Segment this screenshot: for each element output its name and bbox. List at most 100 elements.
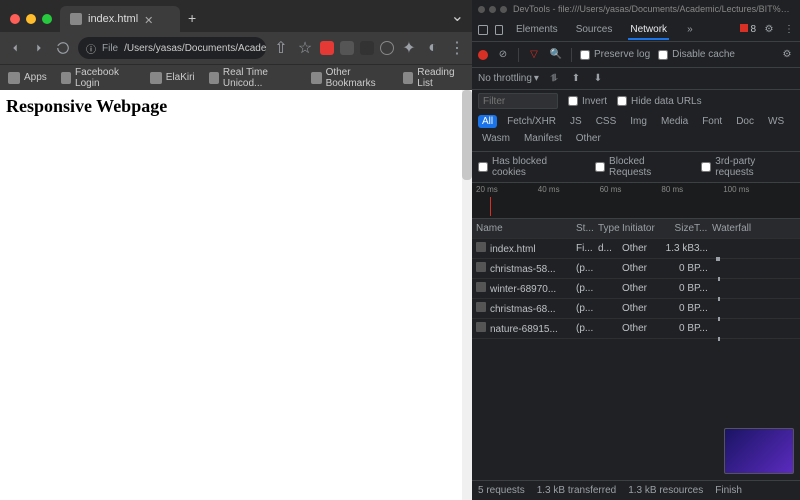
close-window-icon[interactable]	[10, 14, 20, 24]
download-icon[interactable]: ⬇	[591, 72, 605, 86]
dot-icon	[489, 6, 496, 13]
apps-shortcut[interactable]: Apps	[8, 72, 47, 84]
timeline-overview[interactable]: 20 ms40 ms60 ms80 ms100 ms	[472, 183, 800, 219]
type-filter-wasm[interactable]: Wasm	[478, 132, 514, 145]
throttle-select[interactable]: No throttling▾	[478, 73, 539, 84]
devtools-title: DevTools - file:///Users/yasas/Documents…	[513, 4, 794, 14]
type-filter-css[interactable]: CSS	[592, 115, 621, 128]
search-icon[interactable]: 🔍	[549, 48, 563, 62]
wifi-icon[interactable]: ⥮	[547, 72, 561, 86]
browser-tab[interactable]: index.html ✕	[60, 6, 180, 32]
filter-input[interactable]	[478, 93, 558, 109]
table-header: Name St... Type Initiator Size T... Wate…	[472, 219, 800, 239]
url-field[interactable]: ⓘ File /Users/yasas/Documents/Academic/L…	[78, 37, 266, 59]
profile-icon[interactable]: ◐	[424, 39, 442, 57]
picture-in-picture-thumbnail[interactable]	[724, 428, 794, 474]
browser-window: index.html ✕ + ⌄ ⓘ File /Users/yasas/Doc…	[0, 0, 472, 500]
share-icon[interactable]: ⇧	[272, 39, 290, 57]
extension-icon[interactable]	[320, 41, 334, 55]
col-size[interactable]: Size	[660, 223, 694, 234]
tab-elements[interactable]: Elements	[508, 20, 566, 39]
upload-icon[interactable]: ⬆	[569, 72, 583, 86]
favicon-icon	[70, 13, 82, 25]
extension-icon[interactable]	[360, 41, 374, 55]
timeline-tick: 100 ms	[723, 185, 749, 194]
back-button[interactable]	[6, 39, 24, 57]
thirdparty-checkbox[interactable]: 3rd-party requests	[701, 156, 794, 178]
close-tab-icon[interactable]: ✕	[144, 14, 154, 24]
errors-badge[interactable]: 8	[740, 24, 756, 35]
clear-icon[interactable]: ⊘	[496, 48, 510, 62]
blocked-cookies-checkbox[interactable]: Has blocked cookies	[478, 156, 581, 178]
preserve-log-checkbox[interactable]: Preserve log	[580, 49, 650, 60]
tab-sources[interactable]: Sources	[568, 20, 621, 39]
menu-kebab-icon[interactable]: ⋮	[448, 39, 466, 57]
kebab-icon[interactable]: ⋮	[782, 23, 796, 37]
maximize-window-icon[interactable]	[42, 14, 52, 24]
col-status[interactable]: St...	[576, 223, 598, 234]
record-button[interactable]	[478, 50, 488, 60]
type-filter-doc[interactable]: Doc	[732, 115, 758, 128]
list-icon	[403, 72, 413, 84]
bookmark-item[interactable]: Facebook Login	[61, 67, 136, 89]
reload-button[interactable]	[54, 39, 72, 57]
checkbox-label: Disable cache	[672, 49, 735, 60]
bookmark-item[interactable]: Real Time Unicod...	[209, 67, 298, 89]
bookmark-item[interactable]: ElaKiri	[150, 72, 195, 84]
table-row[interactable]: nature-68915...(p...Other0 BP...	[472, 319, 800, 339]
disable-cache-checkbox[interactable]: Disable cache	[658, 49, 735, 60]
bookmark-label: Reading List	[417, 67, 464, 89]
table-row[interactable]: christmas-58...(p...Other0 BP...	[472, 259, 800, 279]
tab-overflow[interactable]: »	[679, 20, 701, 39]
timeline-marker	[490, 197, 491, 216]
extension-icon[interactable]	[340, 41, 354, 55]
col-time[interactable]: T...	[694, 223, 712, 234]
forward-button[interactable]	[30, 39, 48, 57]
error-icon	[740, 24, 748, 32]
type-filter-other[interactable]: Other	[572, 132, 605, 145]
type-filter-ws[interactable]: WS	[764, 115, 788, 128]
gear-icon[interactable]: ⚙	[762, 23, 776, 37]
page-viewport: Responsive Webpage	[0, 90, 472, 500]
type-filter-fetchxhr[interactable]: Fetch/XHR	[503, 115, 560, 128]
tab-network[interactable]: Network	[622, 20, 675, 39]
other-bookmarks[interactable]: Other Bookmarks	[311, 67, 391, 89]
scrollbar[interactable]	[462, 90, 472, 500]
star-icon[interactable]: ☆	[296, 39, 314, 57]
tab-dropdown-icon[interactable]: ⌄	[443, 6, 472, 32]
type-filter-js[interactable]: JS	[566, 115, 586, 128]
gear-icon[interactable]: ⚙	[780, 48, 794, 62]
table-row[interactable]: index.htmlFi...d...Other1.3 kB3...	[472, 239, 800, 259]
type-filter-manifest[interactable]: Manifest	[520, 132, 566, 145]
table-row[interactable]: winter-68970...(p...Other0 BP...	[472, 279, 800, 299]
col-type[interactable]: Type	[598, 223, 622, 234]
invert-checkbox[interactable]: Invert	[568, 96, 607, 107]
minimize-window-icon[interactable]	[26, 14, 36, 24]
bookmark-label: Other Bookmarks	[326, 67, 392, 89]
type-filter-media[interactable]: Media	[657, 115, 692, 128]
file-icon	[476, 242, 486, 252]
reading-list[interactable]: Reading List	[403, 67, 464, 89]
device-toggle-icon[interactable]	[492, 23, 506, 37]
file-icon	[476, 322, 486, 332]
filter-toggle-icon[interactable]: ▽	[527, 48, 541, 62]
col-name[interactable]: Name	[476, 223, 576, 234]
extensions-puzzle-icon[interactable]: ✦	[400, 39, 418, 57]
inspect-icon[interactable]	[476, 23, 490, 37]
type-filter-font[interactable]: Font	[698, 115, 726, 128]
dot-icon	[478, 6, 485, 13]
extension-icon[interactable]	[380, 41, 394, 55]
new-tab-button[interactable]: +	[180, 10, 204, 32]
scroll-thumb[interactable]	[462, 90, 472, 180]
col-initiator[interactable]: Initiator	[622, 223, 660, 234]
col-waterfall[interactable]: Waterfall	[712, 223, 796, 234]
status-resources: 1.3 kB resources	[628, 485, 703, 496]
table-row[interactable]: christmas-68...(p...Other0 BP...	[472, 299, 800, 319]
network-toolbar: ⊘ ▽ 🔍 Preserve log Disable cache ⚙	[472, 42, 800, 68]
type-filter-all[interactable]: All	[478, 115, 497, 128]
timeline-tick: 40 ms	[538, 185, 560, 194]
bookmark-label: Facebook Login	[75, 67, 136, 89]
hide-dataurls-checkbox[interactable]: Hide data URLs	[617, 96, 702, 107]
type-filter-img[interactable]: Img	[626, 115, 651, 128]
blocked-requests-checkbox[interactable]: Blocked Requests	[595, 156, 687, 178]
